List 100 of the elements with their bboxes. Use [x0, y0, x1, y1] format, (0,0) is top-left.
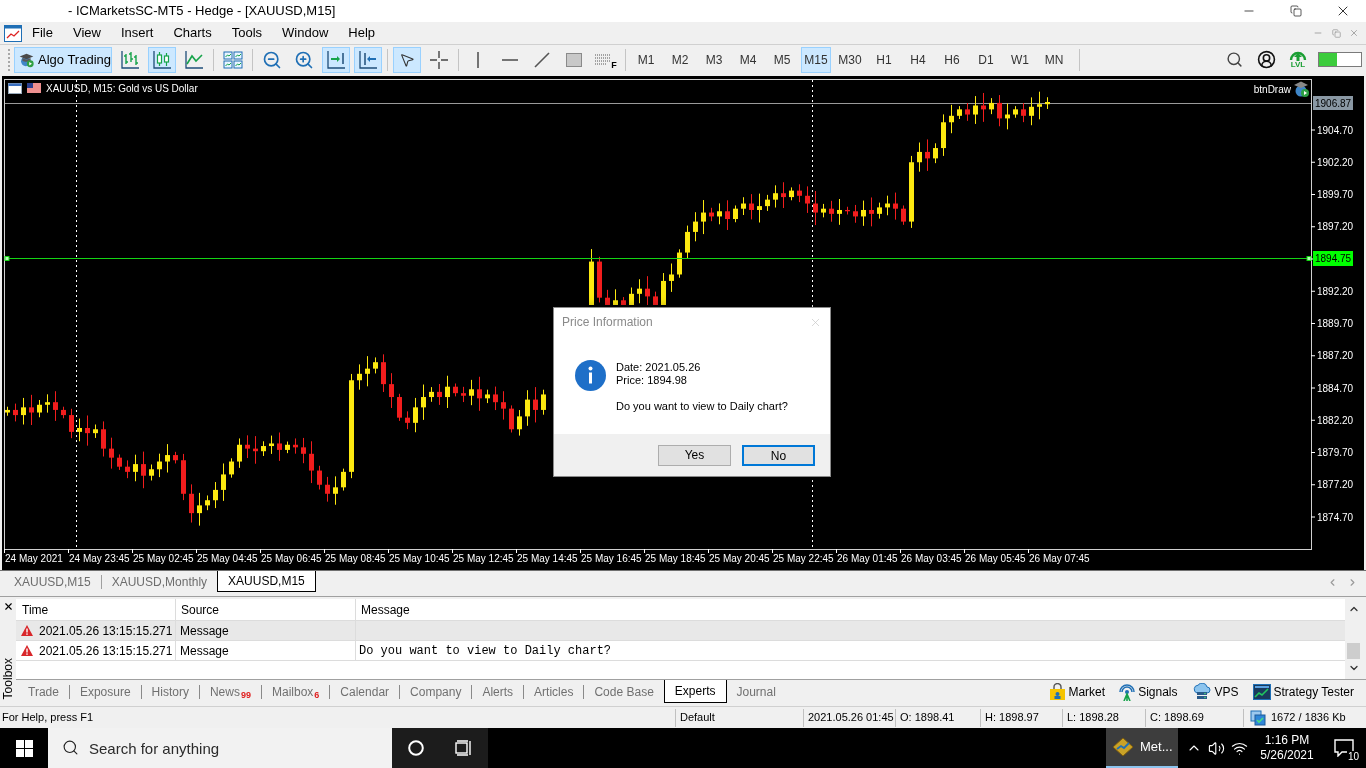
clock[interactable]: 1:16 PM 5/26/2021 — [1254, 733, 1320, 763]
dialog-question: Do you want to view to Daily chart? — [616, 400, 788, 413]
close-button[interactable] — [2, 600, 14, 612]
timeframe-button[interactable]: M15 — [801, 46, 831, 73]
scrollbar-thumb[interactable] — [1347, 643, 1360, 659]
menu-item[interactable]: Tools — [221, 22, 273, 44]
time-axis-label: 26 May 03:45 — [901, 553, 962, 564]
fibonacci-button[interactable]: F — [592, 46, 620, 73]
timeframe-button[interactable]: M3 — [699, 46, 729, 73]
horizontal-line[interactable] — [4, 256, 1312, 261]
chart-tab[interactable]: XAUUSD,Monthly — [101, 571, 218, 592]
overlapping-squares-icon — [1250, 709, 1266, 726]
falling-candle — [965, 102, 970, 122]
falling-candle — [253, 435, 258, 465]
rising-candle — [1037, 91, 1042, 120]
rising-candle — [661, 272, 666, 306]
timeframe-button[interactable]: M30 — [835, 46, 865, 73]
market-button[interactable]: Market — [1050, 682, 1106, 701]
timeframe-button[interactable]: H6 — [937, 46, 967, 73]
rising-candle — [685, 225, 690, 260]
vps-button[interactable]: VPS — [1191, 682, 1239, 701]
falling-candle — [309, 440, 314, 484]
timeframe-button[interactable]: D1 — [971, 46, 1001, 73]
panel-tab[interactable]: Articles — [524, 680, 584, 703]
falling-candle — [437, 383, 442, 406]
autoscroll-button[interactable] — [322, 46, 350, 73]
rising-candle — [765, 194, 770, 212]
menu-item[interactable]: Insert — [110, 22, 164, 44]
timeframe-button[interactable]: M1 — [631, 46, 661, 73]
rectangle-icon — [566, 52, 582, 67]
panel-tab[interactable]: Experts — [663, 680, 727, 703]
falling-candle — [325, 476, 330, 503]
panel-tab[interactable]: Journal — [726, 680, 786, 703]
candlestick-icon — [152, 49, 172, 70]
rising-candle — [917, 142, 922, 173]
price-axis-label: 1904.70 — [1317, 124, 1354, 136]
chart-tab[interactable]: XAUUSD,M15 — [217, 571, 316, 592]
rising-candle — [21, 397, 26, 425]
dialog-button[interactable]: Yes — [658, 444, 731, 466]
rising-candle — [949, 104, 954, 134]
menu-item[interactable]: View — [62, 22, 111, 44]
rising-candle — [485, 389, 490, 404]
timeframe-button[interactable]: M4 — [733, 46, 763, 73]
falling-candle — [997, 94, 1002, 127]
panel-tab[interactable]: History — [141, 680, 199, 703]
warning-icon — [21, 625, 33, 636]
timeframe-button[interactable]: M2 — [665, 46, 695, 73]
falling-candle — [277, 432, 282, 462]
rising-candle — [637, 278, 642, 304]
algo-trading-button[interactable]: Algo Trading — [14, 46, 112, 73]
panel-tab[interactable]: Trade — [18, 680, 69, 703]
falling-candle — [845, 206, 850, 215]
panel-tab[interactable]: Code Base — [584, 680, 664, 703]
strategy-tester-button[interactable]: Strategy Tester — [1252, 682, 1354, 701]
candlesticks-button[interactable] — [148, 46, 176, 73]
task-view-icon — [455, 740, 473, 756]
rising-candle — [269, 435, 274, 455]
rising-candle — [333, 475, 338, 506]
time-axis-label: 25 May 16:45 — [581, 553, 642, 564]
timeframe-button[interactable]: H1 — [869, 46, 899, 73]
menu-item[interactable]: File — [22, 22, 63, 44]
chart-shift-button[interactable] — [354, 46, 382, 73]
time-axis-label: 25 May 04:45 — [197, 553, 258, 564]
dialog-text: Price: 1894.98 — [616, 374, 688, 387]
panel-tab[interactable]: Calendar — [330, 680, 400, 703]
taskbar-app[interactable]: Met... — [1106, 728, 1178, 768]
search-field[interactable]: Search for anything — [48, 728, 392, 768]
chart-monitor-icon — [1252, 683, 1271, 700]
timeframe-button[interactable]: W1 — [1005, 46, 1035, 73]
menu-item[interactable]: Help — [338, 22, 386, 44]
menu-item[interactable]: Window — [272, 22, 339, 44]
rising-candle — [957, 105, 962, 120]
rising-candle — [373, 356, 378, 374]
menu-item[interactable]: Charts — [163, 22, 222, 44]
log-message: Do you want to view to Daily chart? — [359, 642, 612, 660]
panel-tab[interactable]: Exposure — [69, 680, 141, 703]
antenna-icon — [1119, 682, 1136, 701]
rising-candle — [93, 424, 98, 439]
rising-candle — [525, 389, 530, 427]
falling-candle — [829, 200, 834, 223]
cursor-button[interactable] — [393, 46, 421, 73]
cortana-button[interactable] — [392, 728, 440, 768]
vertical-scrollbar[interactable] — [1345, 599, 1362, 679]
timeframe-button[interactable]: M5 — [767, 46, 797, 73]
rising-candle — [861, 200, 866, 227]
timeframe-button[interactable]: H4 — [903, 46, 933, 73]
timeframe-button[interactable]: MN — [1039, 46, 1069, 73]
dialog-button[interactable]: No — [742, 444, 815, 466]
signals-button[interactable]: Signals — [1119, 682, 1178, 701]
panel-tab[interactable]: Company — [400, 680, 472, 703]
falling-candle — [1021, 102, 1026, 123]
rising-candle — [973, 95, 978, 125]
panel-title: Toolbox — [1, 657, 15, 699]
task-view-button[interactable] — [440, 728, 488, 768]
panel-tab[interactable]: Alerts — [472, 680, 524, 703]
rising-candle — [5, 406, 10, 417]
chart-tab[interactable]: XAUUSD,M15 — [4, 571, 101, 592]
notifications-button[interactable]: 10 — [1326, 733, 1362, 763]
price-axis-label: 1874.70 — [1317, 511, 1354, 523]
status-field: 2021.05.26 01:45 — [808, 709, 894, 726]
